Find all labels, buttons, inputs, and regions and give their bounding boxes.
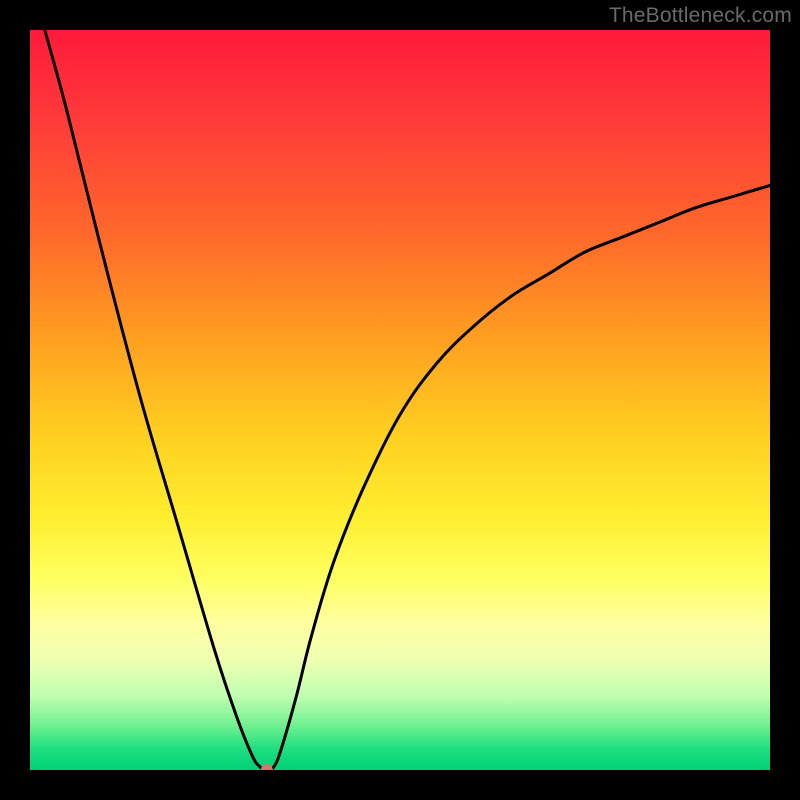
- watermark-text: TheBottleneck.com: [609, 4, 792, 28]
- plot-background: [30, 30, 770, 770]
- chart-frame: TheBottleneck.com: [0, 0, 800, 800]
